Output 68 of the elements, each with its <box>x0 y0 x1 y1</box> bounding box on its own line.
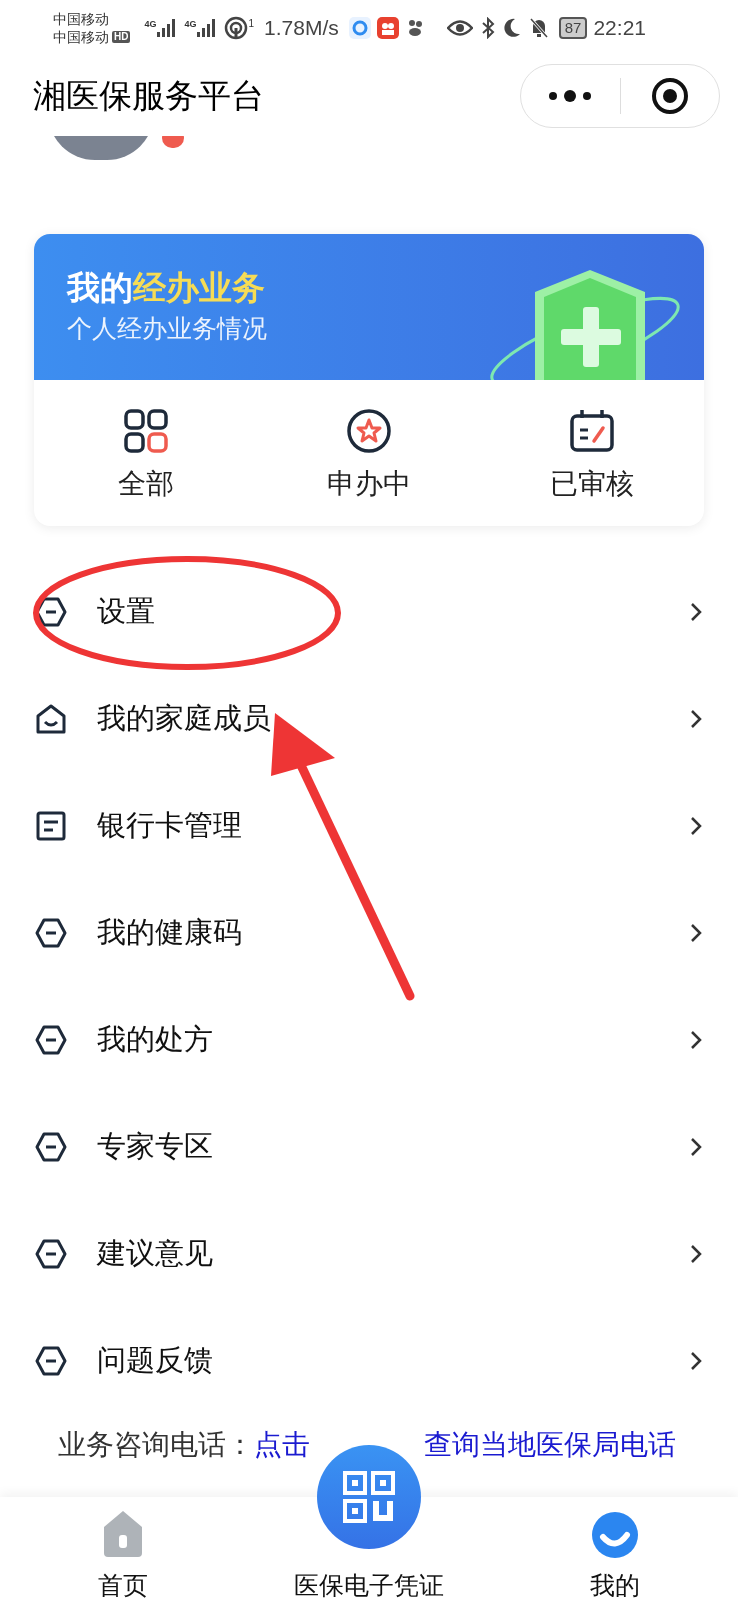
hotline-link[interactable]: 点击 <box>254 1424 310 1466</box>
hexagon-minus-icon <box>35 1023 67 1056</box>
tab-item[interactable]: 我的 <box>492 1497 738 1600</box>
menu-label: 专家专区 <box>97 1128 214 1164</box>
mute-bell-icon <box>528 17 549 39</box>
chevron-right-icon <box>690 1029 702 1050</box>
bluetooth-icon <box>480 17 495 39</box>
chevron-right-icon <box>690 601 702 622</box>
banner-title: 我的 <box>67 267 133 308</box>
menu-label: 我的家庭成员 <box>97 700 272 736</box>
qr-code-icon <box>343 1471 395 1523</box>
menu-item[interactable]: 我的处方 <box>0 986 738 1093</box>
grid-icon <box>122 408 169 454</box>
menu-item[interactable]: 我的家庭成员 <box>0 665 738 772</box>
hexagon-minus-icon <box>35 1237 67 1270</box>
hotspot-count: 1 <box>248 17 255 31</box>
hotline-label: 业务咨询电话： <box>58 1428 254 1462</box>
hexagon-minus-icon <box>35 916 67 949</box>
signal-icon <box>156 18 177 38</box>
menu-item[interactable]: 设置 <box>0 558 738 665</box>
menu-item[interactable]: 问题反馈 <box>0 1307 738 1414</box>
house-icon <box>35 702 67 735</box>
eye-icon <box>446 19 473 37</box>
carrier-name: 中国移动 <box>53 28 109 46</box>
menu-label: 建议意见 <box>97 1235 214 1271</box>
smile-avatar-icon <box>591 1511 639 1559</box>
tab-item[interactable]: 首页 <box>0 1497 246 1600</box>
menu-label: 我的处方 <box>97 1021 214 1057</box>
hd-badge: HD <box>112 31 131 43</box>
carrier-name: 中国移动 <box>53 10 110 28</box>
chevron-right-icon <box>690 922 702 943</box>
menu-item[interactable]: 专家专区 <box>0 1093 738 1200</box>
menu-item[interactable]: 建议意见 <box>0 1200 738 1307</box>
document-icon <box>35 809 67 842</box>
chevron-right-icon <box>690 1243 702 1264</box>
network-label: 4G <box>184 18 197 31</box>
banner-subtitle: 个人经办业务情况 <box>67 312 268 344</box>
moon-icon <box>502 18 521 38</box>
menu-label: 问题反馈 <box>97 1342 214 1378</box>
hotline-link[interactable]: 查询当地医保局电话 <box>424 1424 676 1466</box>
page-title: 湘医保服务平台 <box>33 76 264 117</box>
clock: 22:21 <box>593 15 646 42</box>
browser-app-icon <box>348 17 371 39</box>
banner-title-highlight: 经办业务 <box>133 267 265 308</box>
video-app-icon <box>376 17 399 39</box>
signal-icon <box>196 18 217 38</box>
battery-level: 87 <box>558 17 588 39</box>
hexagon-minus-icon <box>35 1130 67 1163</box>
menu-label: 我的健康码 <box>97 914 243 950</box>
chevron-right-icon <box>690 1350 702 1371</box>
action-button[interactable]: 全部 <box>34 380 258 526</box>
more-icon <box>548 90 593 102</box>
target-icon <box>650 77 689 115</box>
network-label: 4G <box>144 18 157 31</box>
menu-label: 银行卡管理 <box>97 807 243 843</box>
menu-item[interactable]: 银行卡管理 <box>0 772 738 879</box>
chevron-right-icon <box>690 815 702 836</box>
action-button[interactable]: 已审核 <box>480 380 704 526</box>
chevron-right-icon <box>690 1136 702 1157</box>
chevron-right-icon <box>690 708 702 729</box>
menu-label: 设置 <box>97 593 156 629</box>
network-speed: 1.78M/s <box>264 15 339 42</box>
menu-item[interactable]: 我的健康码 <box>0 879 738 986</box>
tab-label[interactable]: 医保电子凭证 <box>294 1573 444 1598</box>
hexagon-minus-icon <box>35 1344 67 1377</box>
action-button[interactable]: 申办中 <box>257 380 481 526</box>
calendar-icon <box>569 408 616 454</box>
hotspot-icon <box>224 16 249 40</box>
